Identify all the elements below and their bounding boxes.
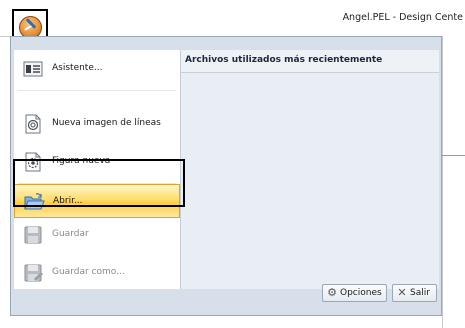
recent-files-title: Archivos utilizados más recientemente bbox=[185, 55, 383, 65]
wizard-icon bbox=[22, 58, 44, 80]
exit-icon: ✕ bbox=[397, 286, 407, 299]
recent-files-panel: Archivos utilizados más recientemente bbox=[181, 50, 439, 289]
menu-item-label: Guardar como... bbox=[52, 267, 125, 277]
new-line-image-icon bbox=[22, 113, 44, 135]
options-button[interactable]: ⚙ Opciones bbox=[322, 284, 387, 302]
menu-item-label: Nueva imagen de líneas bbox=[52, 118, 161, 128]
exit-button[interactable]: ✕ Salir bbox=[392, 284, 437, 302]
title-bar: Angel.PEL - Design Cente bbox=[0, 0, 465, 37]
gear-icon: ⚙ bbox=[327, 286, 337, 299]
menu-item-label: Asistente... bbox=[52, 63, 103, 73]
menu-separator bbox=[18, 90, 176, 91]
recent-files-header: Archivos utilizados más recientemente bbox=[181, 50, 439, 73]
background-panel bbox=[442, 36, 465, 328]
menu-item-save-as[interactable]: Guardar como... bbox=[14, 256, 180, 290]
open-highlight-frame bbox=[13, 159, 185, 207]
menu-item-new-line-image[interactable]: Nueva imagen de líneas bbox=[14, 107, 180, 141]
exit-label: Salir bbox=[410, 288, 430, 298]
background-divider bbox=[442, 155, 465, 156]
menu-item-wizard[interactable]: Asistente... bbox=[14, 52, 180, 86]
window-title: Angel.PEL - Design Cente bbox=[342, 12, 463, 23]
save-as-icon bbox=[22, 262, 44, 284]
menu-item-label: Guardar bbox=[52, 229, 89, 239]
menu-item-save[interactable]: Guardar bbox=[14, 218, 180, 252]
save-icon bbox=[22, 224, 44, 246]
options-label: Opciones bbox=[340, 288, 382, 298]
